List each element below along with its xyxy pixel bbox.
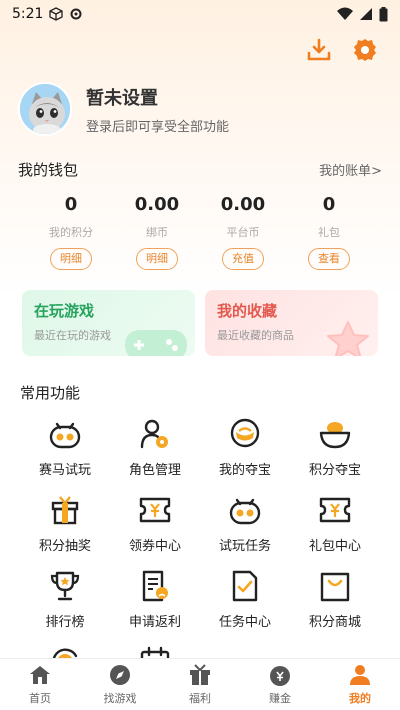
nav-label: 赚金 <box>269 692 291 705</box>
favorites-card[interactable]: 我的收藏 最近收藏的商品 <box>205 290 378 356</box>
stat-label: 礼包 <box>318 226 340 239</box>
func-label: 积分商城 <box>308 615 361 630</box>
func-horse-trial[interactable]: 赛马试玩 <box>20 417 110 481</box>
stat-value: 0 <box>64 194 78 215</box>
wallet-stats: 0 我的积分 明细 0.00 绑币 明细 0.00 平台币 充值 0 礼包 查看 <box>0 194 400 270</box>
func-label: 我的夺宝 <box>218 463 271 478</box>
nav-label: 首页 <box>29 692 51 705</box>
func-label: 角色管理 <box>128 463 181 478</box>
gift-box-icon <box>51 496 79 525</box>
stat-platform-coin: 0.00 平台币 充值 <box>208 194 278 270</box>
nav-label: 我的 <box>349 692 371 705</box>
func-label: 礼包中心 <box>308 539 361 554</box>
func-points-treasure[interactable]: 积分夺宝 <box>290 417 380 481</box>
battery-icon <box>379 6 388 21</box>
task-check-icon <box>232 570 258 602</box>
stat-label: 我的积分 <box>49 226 93 239</box>
shortcut-cards: 在玩游戏 最近在玩的游戏 我的收藏 最近收藏的商品 <box>0 290 400 356</box>
functions-title: 常用功能 <box>20 384 81 402</box>
top-actions <box>0 28 400 72</box>
gamepad-icon <box>229 498 261 525</box>
cube-icon <box>49 7 64 21</box>
func-gift-center[interactable]: 礼包中心 <box>290 493 380 557</box>
gear-icon[interactable] <box>352 37 378 63</box>
func-label: 任务中心 <box>218 615 271 630</box>
signal-icon <box>360 8 372 20</box>
nav-label: 找游戏 <box>103 692 137 705</box>
money-bag-icon <box>270 666 290 686</box>
func-label: 积分抽奖 <box>38 539 91 554</box>
stat-value: 0.00 <box>134 194 180 215</box>
wallet-header: 我的钱包 我的账单> <box>0 158 400 180</box>
func-apply-rebate[interactable]: 申请返利 <box>110 569 200 633</box>
settings-status-icon <box>70 8 82 20</box>
stat-points: 0 我的积分 明细 <box>36 194 106 270</box>
ingot-icon <box>319 422 351 449</box>
coupon-icon <box>139 497 171 523</box>
playing-games-card[interactable]: 在玩游戏 最近在玩的游戏 <box>22 290 195 356</box>
func-task-center[interactable]: 任务中心 <box>200 569 290 633</box>
download-icon[interactable] <box>306 37 332 63</box>
status-bar: 5:21 <box>0 0 400 28</box>
recharge-button[interactable]: 充值 <box>222 248 264 270</box>
gift-icon <box>190 664 210 685</box>
nav-label: 福利 <box>189 692 211 705</box>
card-title: 在玩游戏 <box>34 302 95 320</box>
card-title: 我的收藏 <box>217 302 278 320</box>
bottom-nav: 首页 找游戏 福利 赚金 我的 <box>0 658 400 710</box>
func-label: 申请返利 <box>128 615 181 630</box>
nav-item-earn[interactable]: 赚金 <box>240 659 320 710</box>
func-coupon-center[interactable]: 领券中心 <box>110 493 200 557</box>
gift-view-button[interactable]: 查看 <box>308 248 350 270</box>
stat-value: 0.00 <box>220 194 266 215</box>
profile-subtitle: 登录后即可享受全部功能 <box>86 119 230 135</box>
trophy-icon <box>50 571 80 601</box>
stat-bound-coin: 0.00 绑币 明细 <box>122 194 192 270</box>
gamepad-icon <box>49 422 81 449</box>
func-label: 赛马试玩 <box>38 463 91 478</box>
stat-value: 0 <box>322 194 336 215</box>
shop-bag-icon <box>320 572 350 602</box>
func-trial-task[interactable]: 试玩任务 <box>200 493 290 557</box>
gamepad-deco-icon <box>125 330 187 356</box>
bound-coin-detail-button[interactable]: 明细 <box>136 248 178 270</box>
func-label: 领券中心 <box>128 539 181 554</box>
nav-item-find-game[interactable]: 找游戏 <box>80 659 160 710</box>
treasure-icon <box>230 418 260 448</box>
gift-coupon-icon <box>319 497 351 523</box>
status-time: 5:21 <box>12 6 44 22</box>
stat-label: 平台币 <box>226 226 260 239</box>
stat-label: 绑币 <box>146 226 168 239</box>
func-points-lottery[interactable]: 积分抽奖 <box>20 493 110 557</box>
points-detail-button[interactable]: 明细 <box>50 248 92 270</box>
my-bill-link[interactable]: 我的账单> <box>319 160 382 179</box>
func-my-treasure[interactable]: 我的夺宝 <box>200 417 290 481</box>
func-role-manage[interactable]: 角色管理 <box>110 417 200 481</box>
func-points-mall[interactable]: 积分商城 <box>290 569 380 633</box>
nav-item-mine[interactable]: 我的 <box>320 659 400 710</box>
func-label: 排行榜 <box>45 615 85 630</box>
star-deco-icon <box>327 321 369 356</box>
home-icon <box>30 666 50 684</box>
compass-icon <box>110 665 130 685</box>
avatar[interactable] <box>18 82 72 136</box>
wifi-icon <box>337 7 353 20</box>
func-leaderboard[interactable]: 排行榜 <box>20 569 110 633</box>
stat-gift-pack: 0 礼包 查看 <box>294 194 364 270</box>
wallet-title: 我的钱包 <box>18 160 79 179</box>
func-label: 积分夺宝 <box>308 463 361 478</box>
nav-item-home[interactable]: 首页 <box>0 659 80 710</box>
profile-name[interactable]: 暂未设置 <box>86 84 229 110</box>
func-label: 试玩任务 <box>218 539 271 554</box>
profile-section[interactable]: 暂未设置 登录后即可享受全部功能 <box>0 76 400 142</box>
role-manage-icon <box>140 419 168 449</box>
rebate-doc-icon <box>142 570 168 602</box>
nav-item-welfare[interactable]: 福利 <box>160 659 240 710</box>
user-icon <box>350 665 370 685</box>
